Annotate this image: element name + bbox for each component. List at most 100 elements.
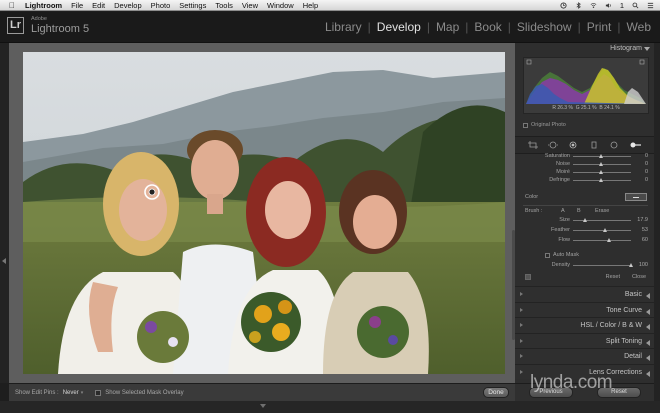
original-photo-toggle[interactable]: Original Photo [523, 122, 566, 128]
spotlight-icon[interactable] [632, 2, 639, 9]
notification-center-icon[interactable] [647, 2, 654, 9]
auto-mask-checkbox[interactable] [545, 252, 550, 258]
expand-triangle-icon[interactable] [646, 355, 650, 361]
menu-file[interactable]: File [71, 1, 83, 10]
module-print[interactable]: Print [586, 20, 613, 34]
module-slideshow[interactable]: Slideshow [516, 20, 573, 34]
filmstrip-collapsed[interactable] [0, 401, 660, 413]
slider-density[interactable]: Density 100 [523, 262, 648, 270]
dropdown-caret-icon[interactable]: ▾ [81, 390, 84, 396]
menu-photo[interactable]: Photo [151, 1, 171, 10]
panel-switch-icon[interactable] [520, 323, 523, 327]
module-library[interactable]: Library [324, 20, 363, 34]
menu-lightroom[interactable]: Lightroom [25, 1, 62, 10]
brush-a-button[interactable]: A [561, 208, 565, 214]
slider-track[interactable] [573, 218, 631, 222]
slider-noise[interactable]: Noise 0 [523, 161, 648, 169]
slider-value[interactable]: 0 [645, 169, 648, 175]
panel-switch-icon[interactable] [520, 354, 523, 358]
color-swatch[interactable] [625, 193, 647, 201]
expand-filmstrip-icon[interactable] [260, 404, 266, 408]
show-mask-overlay-label[interactable]: Show Selected Mask Overlay [105, 390, 183, 396]
menu-tools[interactable]: Tools [215, 1, 233, 10]
slider-knob[interactable] [603, 228, 607, 232]
slider-feather[interactable]: Feather 53 [523, 227, 648, 235]
time-machine-icon[interactable] [560, 1, 567, 9]
slider-knob[interactable] [607, 238, 611, 242]
slider-track[interactable] [573, 238, 631, 242]
show-mask-overlay-checkbox[interactable] [95, 389, 102, 396]
panel-switch-icon[interactable] [520, 338, 523, 343]
expand-triangle-icon[interactable] [646, 339, 650, 346]
highlight-clipping-icon[interactable] [639, 59, 645, 65]
apple-menu-icon[interactable]:  [6, 1, 18, 10]
module-book[interactable]: Book [473, 20, 502, 34]
volume-icon[interactable] [605, 2, 612, 9]
show-edit-pins-dropdown[interactable]: Never [63, 390, 79, 396]
panel-switch-icon[interactable] [520, 292, 523, 296]
adjustment-brush-icon[interactable] [629, 141, 641, 149]
crop-tool-icon[interactable] [528, 141, 539, 149]
brush-erase-button[interactable]: Erase [595, 208, 609, 214]
graduated-filter-icon[interactable] [589, 141, 599, 149]
slider-value[interactable]: 100 [639, 262, 648, 268]
photo-preview[interactable] [23, 52, 505, 374]
brush-b-button[interactable]: B [577, 208, 581, 214]
menu-settings[interactable]: Settings [179, 1, 206, 10]
collapse-triangle-icon[interactable] [644, 47, 650, 51]
expand-triangle-icon[interactable] [646, 308, 650, 315]
menu-window[interactable]: Window [267, 1, 294, 10]
right-panel-scrollbar[interactable] [512, 230, 515, 340]
slider-value[interactable]: 0 [645, 161, 648, 167]
expand-triangle-icon[interactable] [646, 370, 650, 377]
slider-value[interactable]: 60 [642, 237, 648, 243]
section-detail[interactable]: Detail [515, 348, 654, 364]
section-tone-curve[interactable]: Tone Curve [515, 301, 654, 317]
slider-value[interactable]: 0 [645, 177, 648, 183]
slider-flow[interactable]: Flow 60 [523, 237, 648, 245]
expand-triangle-icon[interactable] [646, 293, 650, 299]
slider-knob[interactable] [599, 154, 603, 158]
section-split-toning[interactable]: Split Toning [515, 332, 654, 348]
image-canvas[interactable] [9, 43, 515, 383]
slider-track[interactable] [573, 178, 631, 182]
panel-switch-icon[interactable] [520, 369, 523, 374]
red-eye-icon[interactable] [568, 141, 578, 149]
panel-switch-icon[interactable] [525, 274, 531, 280]
slider-track[interactable] [573, 162, 631, 166]
expand-left-panel-icon[interactable] [2, 258, 6, 264]
done-button[interactable]: Done [483, 387, 509, 398]
slider-saturation[interactable]: Saturation 0 [523, 153, 648, 161]
panel-switch-icon[interactable] [520, 307, 523, 312]
shadow-clipping-icon[interactable] [526, 59, 532, 65]
slider-knob[interactable] [583, 218, 587, 222]
slider-knob[interactable] [599, 170, 603, 174]
original-photo-checkbox[interactable] [523, 122, 528, 128]
module-map[interactable]: Map [435, 20, 460, 34]
slider-size[interactable]: Size 17.9 [523, 217, 648, 225]
brush-close-button[interactable]: Close [632, 274, 646, 280]
menu-view[interactable]: View [242, 1, 258, 10]
histogram-header[interactable]: Histogram [515, 43, 654, 55]
bluetooth-icon[interactable] [575, 1, 582, 9]
left-panel-collapsed[interactable] [0, 43, 9, 383]
section-basic[interactable]: Basic [515, 286, 654, 302]
slider-value[interactable]: 17.9 [637, 217, 648, 223]
slider-value[interactable]: 53 [642, 227, 648, 233]
slider-knob[interactable] [599, 162, 603, 166]
slider-knob[interactable] [599, 178, 603, 182]
module-develop[interactable]: Develop [376, 20, 422, 34]
slider-track[interactable] [573, 263, 633, 267]
section-hsl-color-bw[interactable]: HSL / Color / B & W [515, 317, 654, 333]
slider-track[interactable] [573, 154, 631, 158]
slider-value[interactable]: 0 [645, 153, 648, 159]
slider-knob[interactable] [629, 263, 633, 267]
radial-filter-icon[interactable] [609, 141, 619, 149]
menu-develop[interactable]: Develop [114, 1, 142, 10]
auto-mask-toggle[interactable]: Auto Mask [545, 252, 579, 258]
expand-triangle-icon[interactable] [646, 324, 650, 330]
module-web[interactable]: Web [626, 20, 652, 34]
brush-reset-button[interactable]: Reset [606, 274, 620, 280]
menu-edit[interactable]: Edit [92, 1, 105, 10]
slider-defringe[interactable]: Defringe 0 [523, 177, 648, 185]
